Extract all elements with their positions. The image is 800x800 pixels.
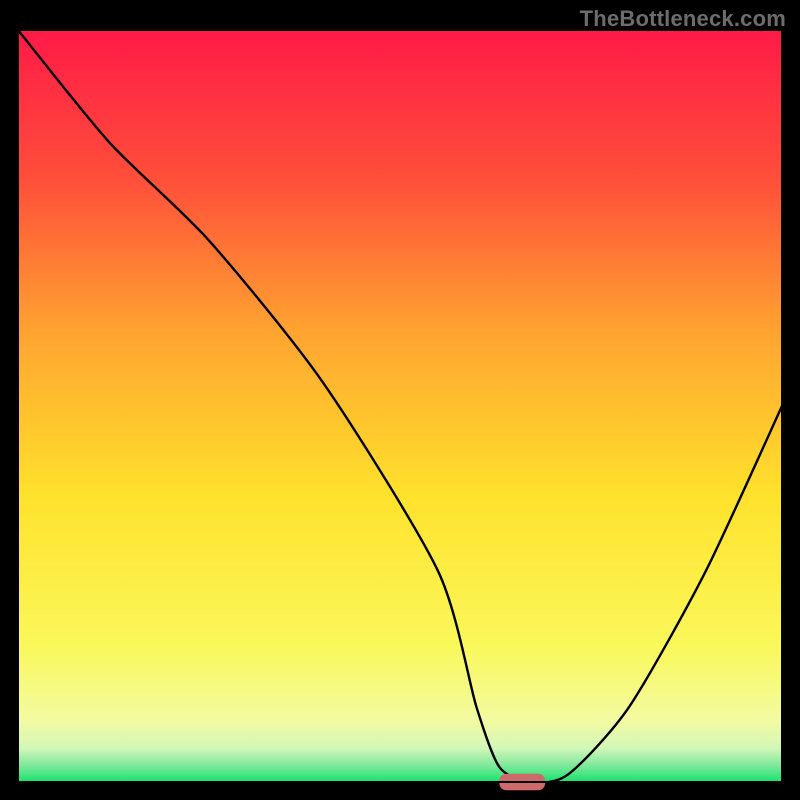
- watermark-label: TheBottleneck.com: [580, 6, 786, 32]
- bottleneck-chart: [0, 0, 800, 800]
- gradient-background: [18, 30, 782, 782]
- chart-frame: TheBottleneck.com: [0, 0, 800, 800]
